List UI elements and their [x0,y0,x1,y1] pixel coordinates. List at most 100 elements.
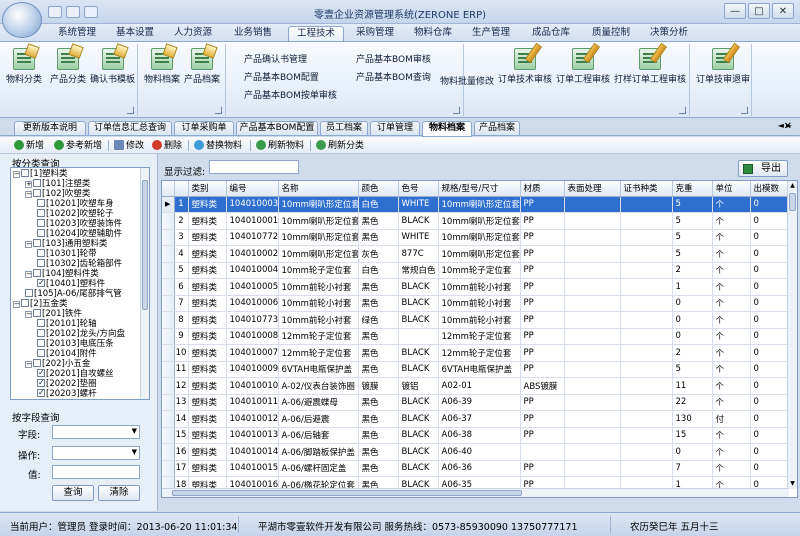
tab-material-warehouse[interactable]: 物料仓库 [406,26,460,41]
table-cell[interactable]: 黑色 [358,328,399,345]
table-row[interactable]: 9 塑料类 104010008 12mm轮子定位套 黑色 12mm轮子定位套 PP 0 个 0 [162,328,789,345]
row-header[interactable] [162,344,175,362]
table-cell[interactable]: A06-37 [438,410,521,428]
table-cell[interactable] [564,311,621,329]
table-cell[interactable] [620,196,673,213]
table-cell[interactable]: BLACK [398,212,439,230]
table-cell[interactable]: 104010005 [226,278,279,296]
tree-checkbox[interactable] [33,359,41,367]
tree-checkbox[interactable] [37,259,45,267]
table-cell[interactable]: 0 [750,278,789,296]
table-cell[interactable]: A-02/仪表台装饰圈 [278,377,359,395]
tab-basic-settings[interactable]: 基本设置 [108,26,162,41]
table-row[interactable]: 17 塑料类 104010015 A-06/螺杆固定盖 黑色 BLACK A06-36 PP 7… [162,460,789,477]
table-row[interactable]: 12 塑料类 104010010 A-02/仪表台装饰圈 镀膜 镀铝 A02-01 ABS镀膜… [162,377,789,395]
table-cell[interactable]: BLACK [398,443,439,461]
table-cell[interactable]: PP [520,361,565,378]
table-cell[interactable]: 个 [712,328,751,345]
table-cell[interactable]: 塑料类 [188,460,227,477]
table-cell[interactable] [620,460,673,477]
tree-checkbox[interactable] [37,329,45,337]
column-header[interactable]: 规格/型号/尺寸 [438,181,521,197]
tree-node[interactable]: + [101]注塑类 [25,179,90,190]
table-cell[interactable]: PP [520,245,565,263]
table-cell[interactable]: 黑色 [358,460,399,477]
tab-sales[interactable]: 业务销售 [226,26,280,41]
table-cell[interactable]: 塑料类 [188,361,227,378]
table-cell[interactable]: 镀铝 [398,377,439,395]
tab-decision[interactable]: 决策分析 [642,26,696,41]
table-cell[interactable]: 0 [750,196,789,213]
table-cell[interactable]: 黑色 [358,212,399,230]
table-cell[interactable] [564,212,621,230]
table-cell[interactable]: 104010009 [226,361,279,378]
table-cell[interactable]: 镀膜 [358,377,399,395]
table-cell[interactable] [620,328,673,345]
product-bom-review-button[interactable]: 产品基本BOM审核 [356,52,431,65]
column-header[interactable]: 出模数 [750,181,789,197]
table-cell[interactable]: 黑色 [358,278,399,296]
doc-tab-order-management[interactable]: 订单管理 [370,121,420,136]
add-button[interactable]: 新增 [14,140,44,152]
table-cell[interactable]: A02-01 [438,377,521,395]
table-cell[interactable] [564,245,621,263]
product-category-button[interactable]: 产品分类 [50,48,86,85]
replace-material-button[interactable]: 替换物料 [194,140,242,152]
row-header[interactable] [162,427,175,444]
table-cell[interactable]: PP [520,410,565,428]
table-cell[interactable]: 黑色 [358,295,399,312]
table-cell[interactable]: 塑料类 [188,427,227,444]
table-cell[interactable] [620,229,673,246]
field-select[interactable]: ▼ [52,425,140,439]
table-cell[interactable]: 0 [750,410,789,428]
table-cell[interactable]: A06-40 [438,443,521,461]
scroll-up-icon[interactable]: ▲ [788,181,797,191]
table-cell[interactable]: 10mm前轮小衬套 [438,278,521,296]
tree-checkbox[interactable] [37,377,45,388]
row-header[interactable] [162,410,175,428]
table-cell[interactable]: 个 [712,229,751,246]
filter-input[interactable] [209,160,299,174]
clear-button[interactable]: 清除 [98,485,140,501]
table-cell[interactable]: 个 [712,262,751,279]
product-confirmation-button[interactable]: 产品确认书管理 [244,52,307,65]
table-cell[interactable]: 104010772 [226,229,279,246]
tree-checkbox[interactable] [37,277,45,288]
table-cell[interactable]: 个 [712,344,751,362]
table-cell[interactable]: WHITE [398,196,439,213]
table-cell[interactable]: 10mm前轮小衬套 [278,295,359,312]
group-launcher-icon[interactable] [215,107,222,114]
table-cell[interactable]: 104010773 [226,311,279,329]
table-row[interactable]: 10 塑料类 104010007 12mm轮子定位套 黑色 BLACK 12mm轮子定位套 P… [162,344,789,362]
tree-checkbox[interactable] [33,239,41,247]
table-cell[interactable]: 黑色 [358,443,399,461]
table-cell[interactable]: 个 [712,212,751,230]
tree-node[interactable]: [20203]螺杆 [37,387,97,399]
tree-checkbox[interactable] [37,209,45,217]
tree-node[interactable]: [10201]吹塑车身 [37,199,114,210]
tree-checkbox[interactable] [33,269,41,277]
table-cell[interactable]: BLACK [398,311,439,329]
doc-tab-order-purchase[interactable]: 订单采购单 [174,121,234,136]
table-cell[interactable]: 12mm轮子定位套 [278,328,359,345]
tree-node[interactable]: [10202]吹塑轮子 [37,209,114,220]
material-category-button[interactable]: 物料分类 [6,48,42,85]
table-cell[interactable]: 104010011 [226,394,279,411]
table-cell[interactable]: BLACK [398,460,439,477]
table-cell[interactable]: 0 [750,295,789,312]
row-header[interactable] [162,229,175,246]
table-cell[interactable] [398,328,439,345]
table-cell[interactable]: 104010003 [226,196,279,213]
category-tree[interactable]: [20203]螺杆[20202]垫圈[20201]自攻螺丝−[202]小五金[2… [10,167,150,400]
collapse-icon[interactable]: − [25,241,32,248]
table-cell[interactable]: 2 [672,344,713,362]
grid-vscroll-thumb[interactable] [789,193,796,211]
table-cell[interactable]: 6VTAH电瓶保护盖 [278,361,359,378]
doc-tab-product-archive[interactable]: 产品档案 [474,121,520,136]
table-cell[interactable]: 22 [672,394,713,411]
table-cell[interactable]: 5 [672,245,713,263]
refresh-material-button[interactable]: 刷新物料 [256,140,304,152]
table-cell[interactable] [564,377,621,395]
table-cell[interactable]: PP [520,196,565,213]
table-cell[interactable]: 0 [750,427,789,444]
